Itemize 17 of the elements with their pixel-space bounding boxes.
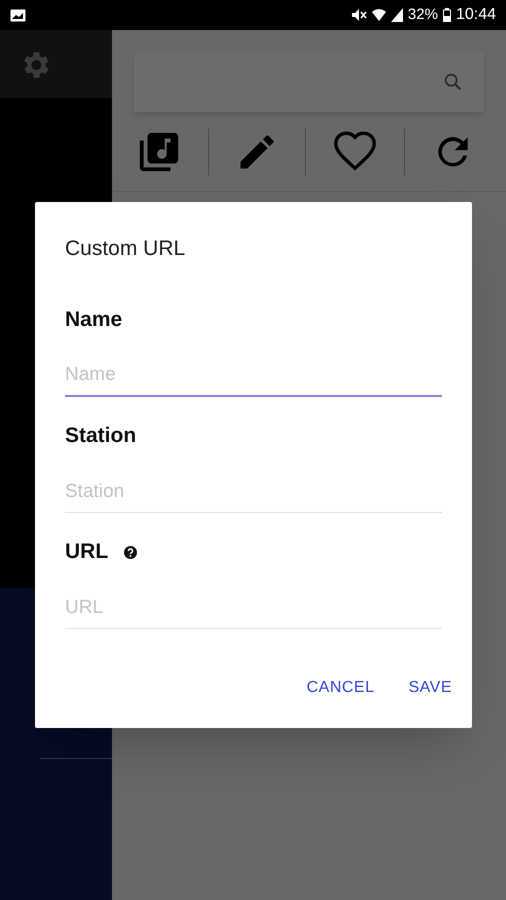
signal-icon (390, 8, 403, 22)
dialog-button[interactable]: SAVE (398, 668, 462, 708)
field-label: Name (65, 307, 122, 334)
help-icon[interactable] (124, 546, 138, 558)
field-label: URL (65, 539, 108, 566)
wifi-icon (372, 8, 386, 22)
search-icon (442, 71, 464, 93)
field-label: Station (65, 423, 136, 450)
battery-icon (442, 8, 451, 22)
picture-notification-icon (10, 8, 26, 22)
battery-percentage: 32% (408, 4, 438, 25)
mute-icon (350, 8, 367, 22)
text-field[interactable]: Name (65, 355, 442, 397)
search-field[interactable] (134, 52, 484, 112)
clock: 10:44 (456, 5, 496, 25)
dialog-button[interactable]: CANCEL (296, 668, 384, 708)
dialog-title: Custom URL (65, 236, 186, 262)
